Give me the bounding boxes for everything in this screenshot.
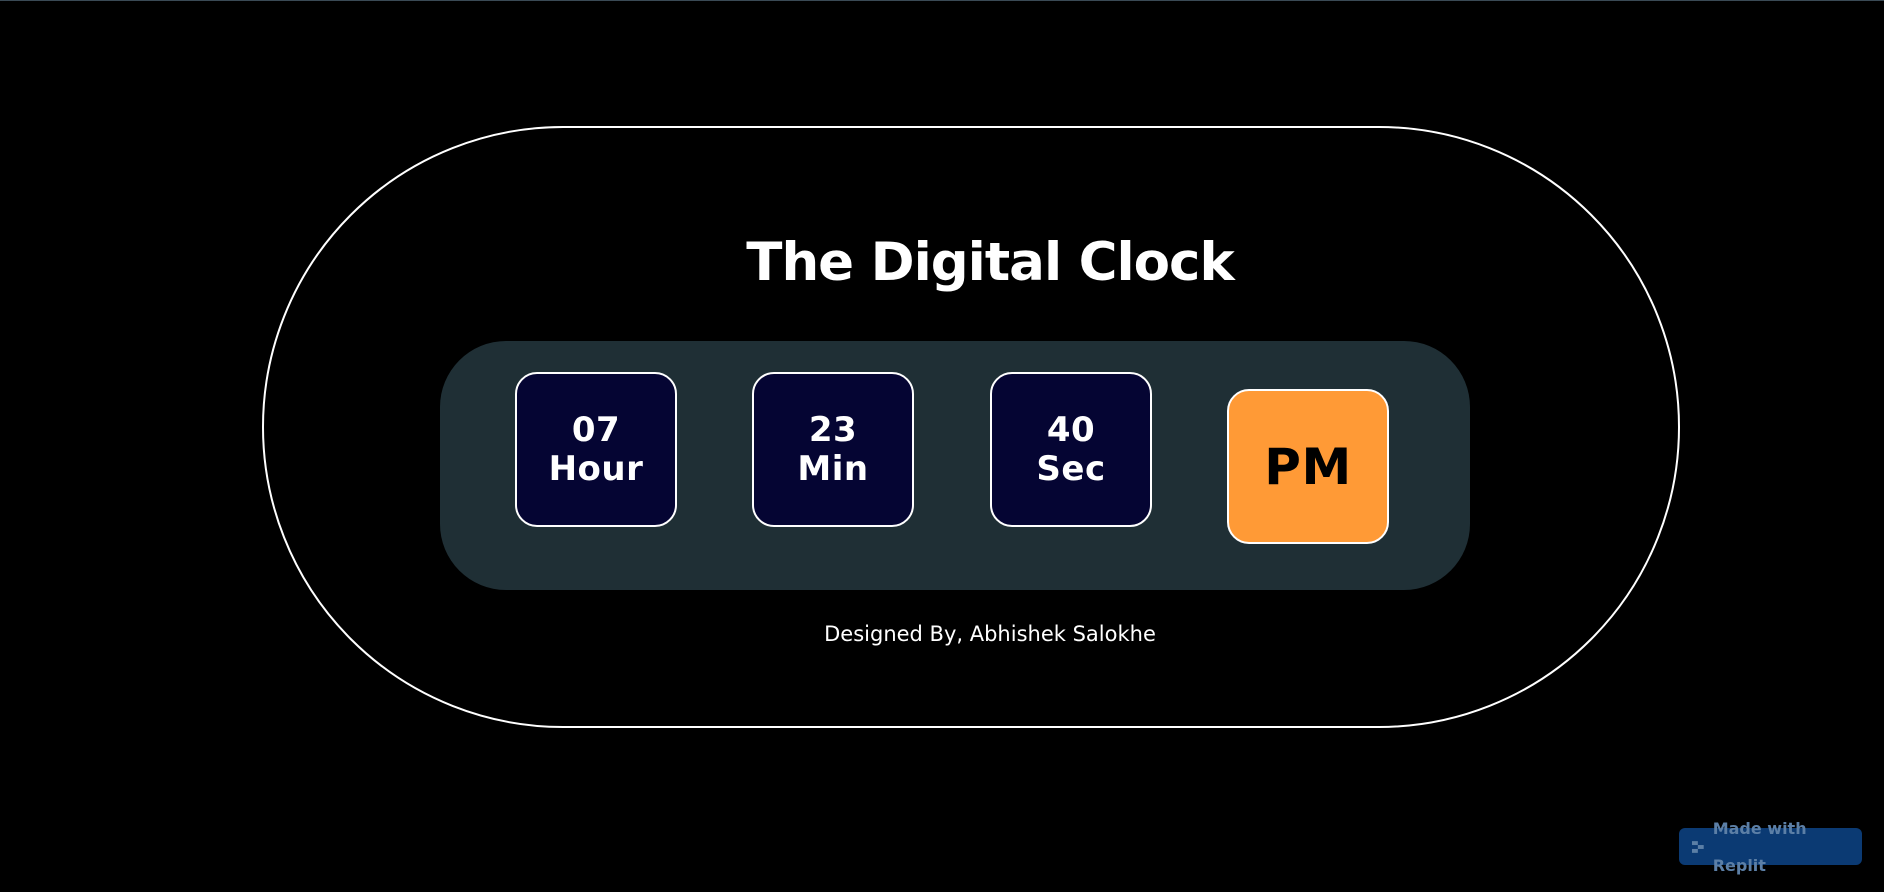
ampm-tile: PM (1227, 389, 1389, 544)
hour-tile: 07 Hour (515, 372, 677, 527)
hour-label: Hour (548, 448, 644, 489)
minute-tile: 23 Min (752, 372, 914, 527)
replit-badge-label: Made with Replit (1712, 818, 1807, 875)
second-value: 40 (1046, 409, 1096, 450)
hour-value: 07 (571, 409, 621, 450)
second-label: Sec (1036, 448, 1106, 489)
ampm-value: PM (1264, 437, 1352, 496)
page-title: The Digital Clock (746, 232, 1234, 293)
second-tile: 40 Sec (990, 372, 1152, 527)
made-with-replit-button[interactable]: Made with Replit (1679, 819, 1862, 875)
top-border-line (0, 0, 1884, 1)
designer-credit: Designed By, Abhishek Salokhe (824, 622, 1156, 646)
minute-label: Min (797, 448, 869, 489)
replit-icon (1691, 840, 1704, 853)
minute-value: 23 (808, 409, 858, 450)
